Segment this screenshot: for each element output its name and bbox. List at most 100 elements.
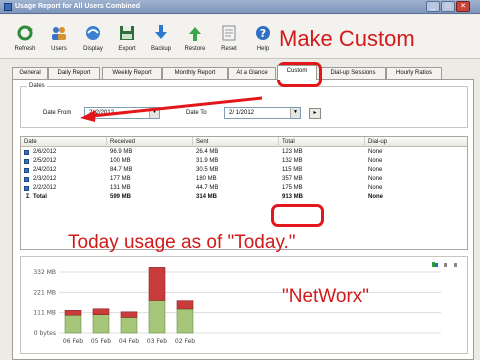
table-row[interactable]: 2/3/2012 177 MB 180 MB 357 MB None <box>21 175 467 184</box>
bar-received[interactable] <box>64 314 82 334</box>
reset-label: Reset <box>221 46 237 52</box>
title-bar[interactable]: Usage Report for All Users Combined _ □ … <box>0 0 480 14</box>
export-label: Export <box>118 46 136 52</box>
reset-button[interactable]: Reset <box>212 18 246 56</box>
annotation-make-custom: Make Custom <box>279 26 415 51</box>
dates-group: Dates Date From 2/ 2/2012 ▼ Date To 2/ 1… <box>20 83 468 128</box>
chevron-down-icon[interactable]: ▼ <box>149 108 159 118</box>
bar-sent[interactable] <box>92 308 110 315</box>
legend-sent-icon[interactable] <box>435 263 438 267</box>
annotation-networx: "NetWorx" <box>282 286 370 307</box>
column-received[interactable]: Received <box>107 137 193 147</box>
bar-sent[interactable] <box>64 310 82 316</box>
date-step-button[interactable]: ▸ <box>309 108 321 119</box>
date-to-label: Date To <box>186 110 207 116</box>
tab-custom[interactable]: Custom <box>277 65 317 80</box>
cell-total: 115 MB <box>282 167 303 173</box>
table-row[interactable]: 2/4/2012 84.7 MB 30.5 MB 115 MB None <box>21 166 467 175</box>
date-to-value: 2/ 1/2012 <box>229 110 255 116</box>
restore-label: Restore <box>184 46 206 52</box>
table-total-row[interactable]: Σ Total 599 MB 314 MB 913 MB None <box>21 193 467 202</box>
x-tick-label: 03 Feb <box>147 338 167 345</box>
table-row[interactable]: 2/2/2012 131 MB 44.7 MB 175 MB None <box>21 184 467 193</box>
table-row[interactable]: 2/6/2012 96.9 MB 26.4 MB 123 MB None <box>21 148 467 157</box>
usage-graph: 332 MB 221 MB 111 MB 0 bytes 06 Feb 05 Feb 04 … <box>20 256 468 354</box>
date-icon <box>24 159 29 164</box>
refresh-button[interactable]: Refresh <box>8 18 42 56</box>
users-button[interactable]: Users <box>42 18 76 56</box>
tab-monthly-report[interactable]: Monthly Report <box>162 67 228 79</box>
y-tick-label: 221 MB <box>33 289 56 296</box>
cell-total-label: Total <box>33 194 47 200</box>
backup-button[interactable]: Backup <box>144 18 178 56</box>
cell-total: 913 MB <box>282 194 304 200</box>
bar-received[interactable] <box>176 308 194 334</box>
column-sent[interactable]: Sent <box>193 137 279 147</box>
export-button[interactable]: Export <box>110 18 144 56</box>
bar-sent[interactable] <box>176 300 194 310</box>
maximize-button[interactable]: □ <box>441 1 455 12</box>
display-button[interactable]: Display <box>76 18 110 56</box>
tab-daily-report[interactable]: Daily Report <box>48 67 100 79</box>
minimize-button[interactable]: _ <box>426 1 440 12</box>
x-tick-label: 02 Feb <box>175 338 195 345</box>
users-label: Users <box>51 46 67 52</box>
refresh-label: Refresh <box>14 46 36 52</box>
column-dial-up[interactable]: Dial-up <box>365 137 468 147</box>
cell-dial-up: None <box>368 194 383 200</box>
chevron-down-icon[interactable]: ▼ <box>290 108 300 118</box>
sigma-icon: Σ <box>26 194 30 200</box>
column-date[interactable]: Date <box>21 137 107 147</box>
x-tick-label: 04 Feb <box>119 338 139 345</box>
app-icon <box>4 3 12 11</box>
tab-at-a-glance[interactable]: At a Glance <box>228 67 276 79</box>
restore-button[interactable]: Restore <box>178 18 212 56</box>
cell-date: 2/4/2012 <box>33 167 57 173</box>
date-to-picker[interactable]: 2/ 1/2012 ▼ <box>224 107 301 119</box>
cell-dial-up: None <box>368 176 383 182</box>
column-total[interactable]: Total <box>279 137 365 147</box>
cell-date: 2/6/2012 <box>33 149 57 155</box>
cell-dial-up: None <box>368 158 383 164</box>
backup-icon <box>155 25 167 39</box>
cell-received: 100 MB <box>110 158 131 164</box>
bar-sent[interactable] <box>148 267 166 301</box>
date-icon <box>24 177 29 182</box>
users-icon <box>52 27 66 40</box>
cell-received: 177 MB <box>110 176 131 182</box>
bar-received[interactable] <box>92 314 110 334</box>
bar-received[interactable] <box>120 317 138 334</box>
table-header: Date Received Sent Total Dial-up <box>21 137 467 147</box>
cell-date: 2/3/2012 <box>33 176 57 182</box>
tab-dial-up-sessions[interactable]: Dial-up Sessions <box>320 67 386 79</box>
y-tick-label: 332 MB <box>33 269 56 276</box>
chart-option-icon[interactable] <box>444 263 447 267</box>
tab-hourly-ratios[interactable]: Hourly Ratios <box>386 67 442 79</box>
custom-report-panel: Dates Date From 2/ 2/2012 ▼ Date To 2/ 1… <box>12 79 474 360</box>
bar-sent[interactable] <box>120 311 138 318</box>
cell-date: 2/2/2012 <box>33 185 57 191</box>
usage-report-window: Usage Report for All Users Combined _ □ … <box>0 0 480 360</box>
chart-settings-icon[interactable] <box>454 263 457 267</box>
highlight-total-value <box>271 204 324 227</box>
date-icon <box>24 186 29 191</box>
close-button[interactable]: ✕ <box>456 1 470 12</box>
export-icon <box>120 26 134 40</box>
reset-icon <box>222 25 236 41</box>
cell-total: 132 MB <box>282 158 303 164</box>
date-from-value: 2/ 2/2012 <box>89 110 115 116</box>
date-from-label: Date From <box>43 110 72 116</box>
annotation-today-usage: Today usage as of "Today." <box>68 232 296 253</box>
help-button[interactable]: ? Help <box>246 18 280 56</box>
cell-sent: 30.5 MB <box>196 167 219 173</box>
tab-general[interactable]: General <box>12 67 48 79</box>
cell-received: 599 MB <box>110 194 132 200</box>
legend-received-icon[interactable] <box>432 262 435 267</box>
date-from-picker[interactable]: 2/ 2/2012 ▼ <box>84 107 160 119</box>
table-row[interactable]: 2/5/2012 100 MB 31.9 MB 132 MB None <box>21 157 467 166</box>
y-tick-label: 0 bytes <box>34 330 56 337</box>
bar-received[interactable] <box>148 300 166 334</box>
cell-sent: 44.7 MB <box>196 185 219 191</box>
tab-weekly-report[interactable]: Weekly Report <box>102 67 162 79</box>
cell-dial-up: None <box>368 167 383 173</box>
